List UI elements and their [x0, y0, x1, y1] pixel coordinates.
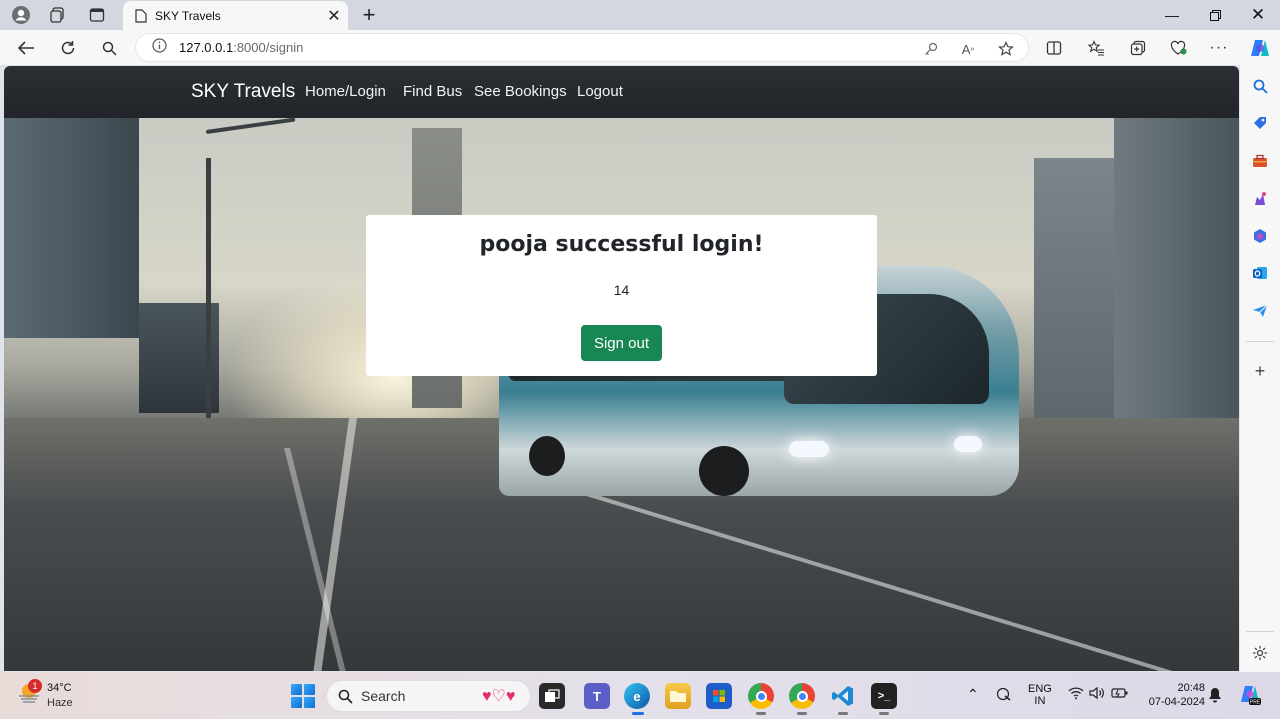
- login-success-card: pooja successful login! 14 Sign out: [366, 215, 877, 376]
- edge-active-indicator: [632, 712, 644, 715]
- copilot-preview-icon[interactable]: PRE: [1239, 684, 1261, 709]
- site-brand[interactable]: SKY Travels: [191, 81, 295, 103]
- vscode-active-indicator: [838, 712, 848, 715]
- clock-date: 07-04-2024: [1148, 696, 1205, 708]
- notification-bell-icon[interactable]: [1208, 687, 1222, 706]
- split-screen-icon[interactable]: [1040, 34, 1068, 62]
- chrome-icon[interactable]: [789, 683, 815, 709]
- sidebar-separator: [1246, 341, 1274, 342]
- settings-gear-icon[interactable]: [1250, 643, 1270, 663]
- address-bar[interactable]: 127.0.0.1:8000/signin A»: [135, 33, 1029, 62]
- games-icon[interactable]: [1250, 189, 1270, 209]
- read-aloud-icon[interactable]: A»: [958, 39, 978, 59]
- collections-icon[interactable]: [1124, 34, 1152, 62]
- favorite-star-icon[interactable]: [996, 39, 1016, 59]
- hero-lamp-arm: [205, 117, 296, 134]
- edge-sidebar: +: [1240, 65, 1280, 672]
- hero-building-left: [4, 118, 139, 338]
- profile-icon[interactable]: [8, 3, 34, 27]
- user-id-value: 14: [613, 282, 630, 298]
- send-icon[interactable]: [1250, 301, 1270, 321]
- network-location-icon[interactable]: [996, 687, 1012, 704]
- weather-temperature[interactable]: 34°C: [47, 682, 72, 694]
- workspaces-icon[interactable]: [45, 3, 71, 27]
- restore-button[interactable]: [1193, 0, 1237, 30]
- chrome-profile-icon[interactable]: [748, 683, 774, 709]
- terminal-active-indicator: [879, 712, 889, 715]
- nav-see-bookings[interactable]: See Bookings: [474, 83, 567, 100]
- bus-headlight-right: [954, 436, 982, 452]
- tab-actions-icon[interactable]: [84, 3, 110, 27]
- hero-street-lamp: [206, 158, 211, 428]
- key-icon[interactable]: [921, 39, 941, 59]
- nav-find-bus[interactable]: Find Bus: [403, 83, 462, 100]
- wifi-icon[interactable]: [1068, 686, 1084, 703]
- sign-out-button[interactable]: Sign out: [581, 325, 662, 361]
- close-tab-icon[interactable]: ✕: [322, 4, 346, 28]
- url-text: 127.0.0.1:8000/signin: [179, 40, 304, 55]
- bus-wheel-rear: [529, 436, 565, 476]
- volume-icon[interactable]: [1089, 686, 1105, 703]
- nav-logout[interactable]: Logout: [577, 83, 623, 100]
- weather-notification-badge: 1: [28, 679, 42, 693]
- taskbar-search-label: Search: [361, 688, 406, 704]
- windows-start-button[interactable]: [291, 684, 315, 708]
- windows-taskbar: 1 34°C Haze Search ♥♡♥ T e >_ ⌃ ENG IN 2…: [0, 672, 1280, 719]
- hero-building-far-right: [1114, 118, 1239, 428]
- browser-toolbar: 127.0.0.1:8000/signin A» ···: [0, 30, 1280, 65]
- bus-headlight-left: [789, 441, 829, 457]
- favorites-icon[interactable]: [1082, 34, 1110, 62]
- taskbar-search-icon: [338, 689, 353, 704]
- file-explorer-icon[interactable]: [665, 683, 691, 709]
- task-view-icon[interactable]: [539, 683, 565, 709]
- site-info-icon[interactable]: [152, 37, 167, 58]
- clock-time: 20:48: [1177, 682, 1205, 694]
- minimize-button[interactable]: —: [1150, 0, 1194, 30]
- taskbar-search[interactable]: Search ♥♡♥: [326, 680, 531, 712]
- chrome-2-active-indicator: [797, 712, 807, 715]
- show-hidden-icons-chevron-icon[interactable]: ⌃: [967, 686, 979, 703]
- back-icon[interactable]: [12, 34, 40, 62]
- page-icon: [135, 8, 147, 23]
- tab-sky-travels[interactable]: SKY Travels ✕: [123, 1, 348, 30]
- microsoft-365-icon[interactable]: [1250, 226, 1270, 246]
- browser-tab-strip: SKY Travels ✕ + — ✕: [0, 0, 1280, 30]
- toolbox-icon[interactable]: [1250, 151, 1270, 171]
- nav-home-login[interactable]: Home/Login: [305, 83, 386, 100]
- weather-condition[interactable]: Haze: [47, 697, 73, 709]
- copilot-icon[interactable]: [1246, 34, 1274, 62]
- close-window-button[interactable]: ✕: [1236, 0, 1280, 30]
- hero-background-image: pooja successful login! 14 Sign out: [4, 117, 1239, 671]
- login-success-title: pooja successful login!: [479, 232, 764, 257]
- search-icon[interactable]: [95, 34, 123, 62]
- site-navbar: SKY Travels Home/Login Find Bus See Book…: [4, 66, 1239, 118]
- browser-essentials-icon[interactable]: [1165, 34, 1193, 62]
- sidebar-separator-bottom: [1246, 631, 1274, 632]
- language-indicator[interactable]: ENG IN: [1028, 683, 1052, 707]
- more-options-icon[interactable]: ···: [1205, 34, 1233, 62]
- outlook-icon[interactable]: [1250, 263, 1270, 283]
- shopping-tag-icon[interactable]: [1250, 113, 1270, 133]
- search-highlight-hearts-icon: ♥♡♥: [482, 688, 516, 705]
- page-viewport: SKY Travels Home/Login Find Bus See Book…: [4, 66, 1239, 671]
- bus-wheel: [699, 446, 749, 496]
- refresh-icon[interactable]: [54, 34, 82, 62]
- battery-icon[interactable]: [1111, 687, 1129, 702]
- search-sidebar-icon[interactable]: [1250, 76, 1270, 96]
- svg-text:PRE: PRE: [1250, 700, 1261, 706]
- vscode-icon[interactable]: [830, 683, 856, 709]
- teams-icon[interactable]: T: [584, 683, 610, 709]
- tab-title: SKY Travels: [155, 8, 221, 23]
- chrome-active-indicator: [756, 712, 766, 715]
- hero-building-right: [1034, 158, 1114, 428]
- edge-browser-icon[interactable]: e: [624, 683, 650, 709]
- microsoft-store-icon[interactable]: [706, 683, 732, 709]
- new-tab-button[interactable]: +: [356, 2, 382, 27]
- terminal-icon[interactable]: >_: [871, 683, 897, 709]
- add-sidebar-icon[interactable]: +: [1250, 361, 1270, 381]
- clock[interactable]: 20:48 07-04-2024: [1143, 682, 1205, 708]
